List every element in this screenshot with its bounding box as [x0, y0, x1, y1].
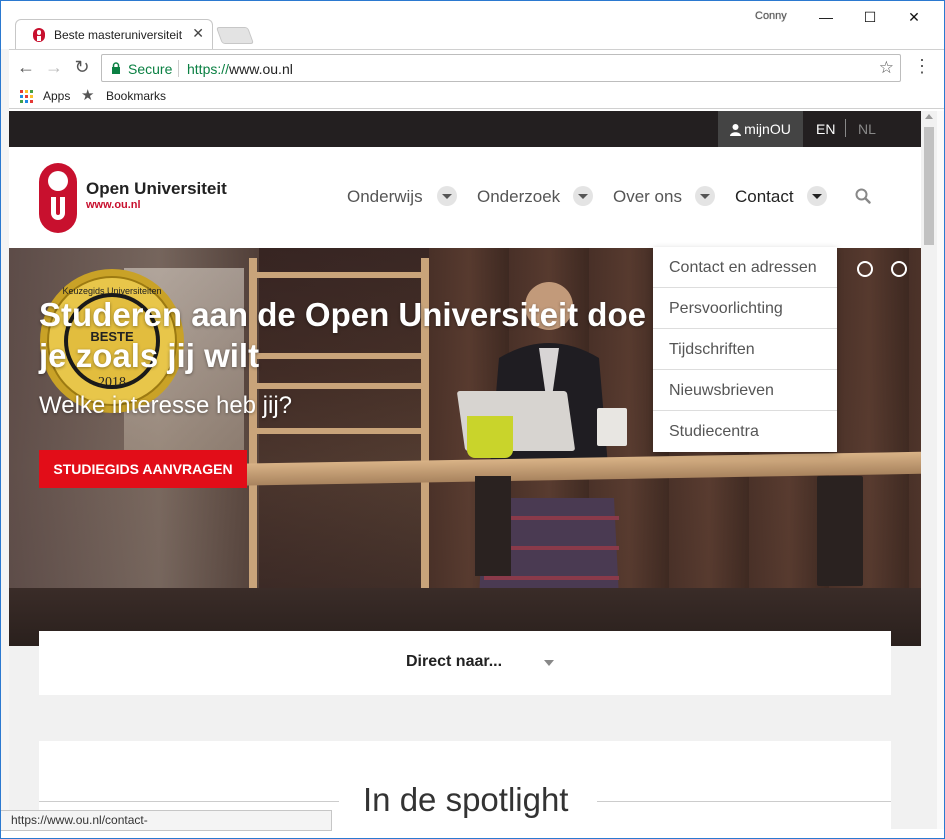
address-bar[interactable]: Secure https://www.ou.nl ☆ — [101, 54, 901, 82]
menu-item-contact-en-adressen[interactable]: Contact en adressen — [653, 247, 837, 288]
spotlight-divider-left — [39, 801, 339, 802]
bookmark-bookmarks[interactable]: Bookmarks — [106, 89, 166, 103]
nav-over-ons[interactable]: Over ons — [613, 187, 682, 207]
status-url-bubble: https://www.ou.nl/contact- — [1, 810, 332, 831]
direct-naar-label[interactable]: Direct naar... — [406, 653, 502, 671]
apps-grid-icon[interactable] — [20, 90, 33, 103]
chrome-menu-icon[interactable]: ⋮ — [913, 56, 931, 77]
close-window-button[interactable]: ✕ — [891, 4, 937, 30]
nav-onderzoek-caret-icon[interactable] — [573, 186, 593, 206]
hero-photo-mug — [597, 408, 627, 446]
forward-arrow-icon[interactable]: → — [43, 57, 65, 78]
badge-line3: 2018 — [98, 375, 126, 390]
bookmark-star-icon[interactable]: ☆ — [879, 58, 894, 78]
direct-naar-panel[interactable]: Direct naar... — [39, 631, 891, 695]
hero-title: Studeren aan de Open Universiteit doe je… — [39, 296, 646, 374]
tab-close-icon[interactable]: ✕ — [192, 25, 204, 42]
mijnou-label: mijnOU — [744, 121, 791, 137]
spotlight-title: In de spotlight — [363, 781, 569, 818]
nav-onderwijs-caret-icon[interactable] — [437, 186, 457, 206]
hero-photo-speaker — [817, 476, 863, 586]
nav-contact-caret-icon[interactable] — [807, 186, 827, 206]
hero-photo-speaker-small — [475, 476, 511, 576]
page-viewport: mijnOU EN NL Open Universiteit www.ou.nl… — [9, 111, 921, 829]
tab-title: Beste masteruniversiteit — [54, 28, 183, 42]
hero-photo-plant — [467, 416, 513, 458]
url-scheme: https:// — [187, 61, 230, 77]
chevron-down-icon[interactable] — [544, 660, 554, 666]
url-host: www.ou.nl — [229, 61, 293, 77]
title-bar: Beste masteruniversiteit ✕ Conny — ☐ ✕ — [1, 1, 944, 49]
lang-nl-link[interactable]: NL — [858, 121, 876, 137]
nav-onderwijs[interactable]: Onderwijs — [347, 187, 423, 207]
menu-item-persvoorlichting[interactable]: Persvoorlichting — [653, 288, 837, 329]
carousel-dot-3[interactable] — [891, 261, 907, 277]
background-window-edge-right — [937, 111, 944, 829]
bookmark-apps[interactable]: Apps — [43, 89, 70, 103]
scroll-up-icon[interactable] — [925, 114, 933, 119]
nav-over-ons-caret-icon[interactable] — [695, 186, 715, 206]
lang-separator — [845, 119, 846, 137]
back-arrow-icon[interactable]: ← — [15, 57, 37, 78]
browser-window: Beste masteruniversiteit ✕ Conny — ☐ ✕ ←… — [0, 0, 945, 839]
scrollbar-thumb[interactable] — [924, 127, 934, 245]
profile-name[interactable]: Conny — [755, 10, 787, 22]
bookmarks-star-icon: ★ — [81, 87, 95, 104]
spotlight-divider-right — [597, 801, 891, 802]
lang-en-link[interactable]: EN — [816, 121, 835, 137]
logo-name[interactable]: Open Universiteit — [86, 179, 227, 199]
search-icon[interactable] — [855, 188, 871, 204]
ou-favicon-icon — [33, 28, 45, 42]
lock-icon — [112, 62, 120, 74]
person-icon — [730, 124, 742, 137]
new-tab-button[interactable] — [215, 27, 255, 44]
ou-logo-icon[interactable] — [39, 163, 77, 233]
browser-toolbar: ← → ↻ Secure https://www.ou.nl ☆ ⋮ — [1, 49, 944, 85]
carousel-dot-2[interactable] — [857, 261, 873, 277]
browser-tab[interactable]: Beste masteruniversiteit ✕ — [15, 19, 213, 49]
site-header: Open Universiteit www.ou.nl Onderwijs On… — [9, 147, 921, 248]
reload-icon[interactable]: ↻ — [71, 57, 93, 78]
address-separator — [178, 60, 179, 77]
secure-label: Secure — [128, 61, 173, 77]
nav-onderzoek[interactable]: Onderzoek — [477, 187, 560, 207]
menu-item-nieuwsbrieven[interactable]: Nieuwsbrieven — [653, 370, 837, 411]
site-top-bar: mijnOU EN NL — [9, 111, 921, 147]
nav-contact[interactable]: Contact — [735, 187, 794, 207]
hero-subtitle: Welke interesse heb jij? — [39, 392, 293, 419]
menu-item-tijdschriften[interactable]: Tijdschriften — [653, 329, 837, 370]
mijnou-button[interactable]: mijnOU — [718, 111, 803, 147]
maximize-button[interactable]: ☐ — [847, 4, 893, 30]
logo-url: www.ou.nl — [86, 199, 141, 211]
background-window-edge — [1, 49, 9, 829]
menu-item-studiecentra[interactable]: Studiecentra — [653, 411, 837, 452]
studiegids-button[interactable]: STUDIEGIDS AANVRAGEN — [39, 450, 247, 488]
url-text[interactable]: https://www.ou.nl — [187, 61, 293, 77]
contact-dropdown-menu: Contact en adressen Persvoorlichting Tij… — [653, 247, 837, 452]
minimize-button[interactable]: — — [803, 4, 849, 30]
bookmarks-bar: Apps ★ Bookmarks — [1, 85, 944, 109]
page-scrollbar[interactable] — [921, 111, 937, 829]
